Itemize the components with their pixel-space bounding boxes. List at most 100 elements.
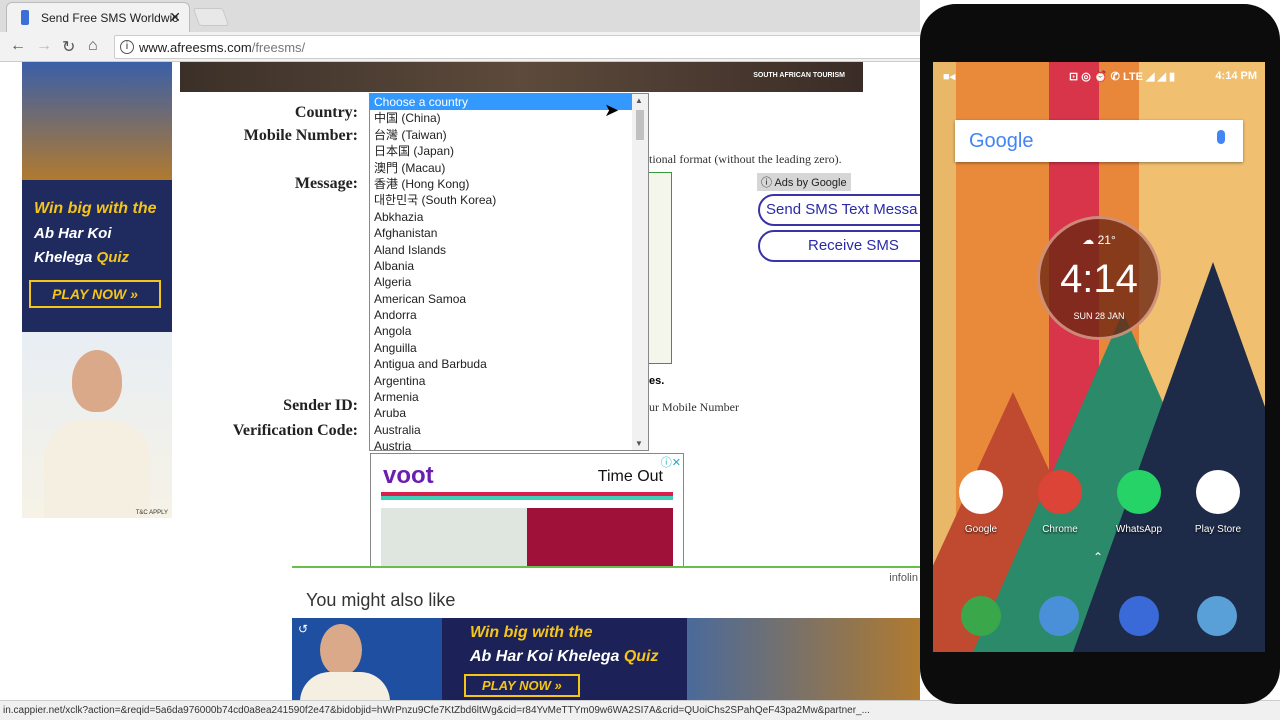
send-sms-ad-button[interactable]: Send SMS Text Messa xyxy=(758,194,938,226)
app-drawer-chevron-icon[interactable]: ⌃ xyxy=(1093,550,1103,564)
phone-status-time: 4:14 PM xyxy=(1215,70,1257,82)
receive-sms-ad-button[interactable]: Receive SMS xyxy=(758,230,938,262)
country-dropdown-list[interactable]: Choose a country 中国 (China) 台灣 (Taiwan) 日本国… xyxy=(369,93,649,451)
country-option[interactable]: Aland Islands xyxy=(370,242,648,258)
tab-bar: Send Free SMS Worldwic ✕ xyxy=(0,0,920,32)
info-icon[interactable]: i xyxy=(120,40,134,54)
weather: ☁ 21° xyxy=(1082,233,1116,247)
app-whatsapp[interactable]: WhatsApp xyxy=(1109,470,1169,535)
country-option[interactable]: American Samoa xyxy=(370,291,648,307)
app-google[interactable]: Google xyxy=(951,470,1011,535)
ad-line2: Ab Har Koi Khelega Quiz xyxy=(34,222,174,270)
banner-line2: Ab Har Koi Khelega Quiz xyxy=(470,648,658,666)
phone-favicon-icon xyxy=(21,10,29,25)
contacts-app-icon[interactable] xyxy=(1039,596,1079,636)
dropdown-scrollbar[interactable]: ▲ ▼ xyxy=(632,94,648,450)
new-tab-button[interactable] xyxy=(192,8,230,26)
clock-date: SUN 28 JAN xyxy=(1073,311,1125,321)
left-quiz-ad[interactable]: Win big with the Ab Har Koi Khelega Quiz… xyxy=(22,62,172,518)
voot-ad[interactable]: ⓘ✕ voot Time Out xyxy=(370,453,684,568)
ad-line2-accent: Quiz xyxy=(96,249,130,266)
banner-line2-text: Ab Har Koi Khelega xyxy=(470,648,620,665)
replay-icon[interactable]: ↺ xyxy=(298,622,308,636)
app-label: Play Store xyxy=(1194,524,1242,535)
app-icon xyxy=(1038,470,1082,514)
country-option[interactable]: Argentina xyxy=(370,373,648,389)
url-host: www.afreesms.com xyxy=(139,40,252,55)
back-icon[interactable]: ← xyxy=(10,37,26,55)
country-option[interactable]: Algeria xyxy=(370,274,648,290)
close-tab-icon[interactable]: ✕ xyxy=(169,9,181,26)
message-textarea[interactable] xyxy=(648,172,672,364)
camera-app-icon[interactable] xyxy=(1197,596,1237,636)
country-option[interactable]: 澳門 (Macau) xyxy=(370,160,648,176)
app-chrome[interactable]: Chrome xyxy=(1030,470,1090,535)
country-option[interactable]: Abkhazia xyxy=(370,209,648,225)
google-search-bar[interactable]: Google xyxy=(955,120,1243,162)
scroll-down-icon[interactable]: ▼ xyxy=(635,439,643,448)
messages-app-icon[interactable] xyxy=(1119,596,1159,636)
country-option[interactable]: 대한민국 (South Korea) xyxy=(370,192,648,208)
reload-icon[interactable]: ↻ xyxy=(62,37,75,57)
clock-time: 4:14 xyxy=(1060,257,1138,301)
clock-widget[interactable]: ☁ 21° 4:14 SUN 28 JAN xyxy=(1037,216,1161,340)
country-option[interactable]: 台灣 (Taiwan) xyxy=(370,127,648,143)
tab-title: Send Free SMS Worldwic xyxy=(41,11,179,25)
statue-image xyxy=(687,618,920,702)
ads-by-google[interactable]: ⓘ Ads by Google xyxy=(757,173,851,191)
home-icon[interactable]: ⌂ xyxy=(88,37,98,55)
phone-app-icon[interactable] xyxy=(961,596,1001,636)
scroll-up-icon[interactable]: ▲ xyxy=(635,96,643,105)
ad-image-left xyxy=(381,508,527,568)
banner-line2-accent: Quiz xyxy=(623,648,659,665)
country-option[interactable]: Anguilla xyxy=(370,340,648,356)
message-label: Message: xyxy=(294,175,358,192)
infolinks-brand: infolin xyxy=(889,572,918,584)
country-option[interactable]: Angola xyxy=(370,323,648,339)
country-option[interactable]: Austria xyxy=(370,438,648,450)
browser-tab[interactable]: Send Free SMS Worldwic ✕ xyxy=(6,2,190,32)
app-label: Google xyxy=(964,524,998,535)
url-path: /freesms/ xyxy=(251,40,306,55)
voot-logo: voot xyxy=(383,462,434,489)
ads-by-label: Ads by Google xyxy=(774,177,847,189)
verification-code-label: Verification Code: xyxy=(232,422,358,439)
mic-icon[interactable] xyxy=(1217,130,1225,144)
ad-close-icon[interactable]: ⓘ✕ xyxy=(661,454,681,470)
forward-icon[interactable]: → xyxy=(36,37,52,55)
country-option[interactable]: Albania xyxy=(370,258,648,274)
banner-play-now-button[interactable]: PLAY NOW » xyxy=(464,674,580,697)
ad-heading: You might also like xyxy=(306,590,456,610)
athletes-statue-image xyxy=(22,62,172,180)
app-icon xyxy=(959,470,1003,514)
banner-line1: Win big with the xyxy=(470,624,593,641)
status-icons: ⊡ ◎ ⏰ ✆ LTE ◢ ◢ ▮ xyxy=(1069,71,1176,83)
country-option[interactable]: 香港 (Hong Kong) xyxy=(370,176,648,192)
you-might-also-like-ad[interactable]: infolin You might also like ↺ Win big wi… xyxy=(292,566,920,702)
country-option[interactable]: Aruba xyxy=(370,405,648,421)
quiz-banner[interactable]: ↺ Win big with the Ab Har Koi Khelega Qu… xyxy=(292,618,920,702)
tourism-banner-ad[interactable]: SOUTH AFRICAN TOURISM xyxy=(180,62,863,92)
mouse-cursor-icon: ➤ xyxy=(604,100,620,120)
country-label: Country: xyxy=(294,104,358,121)
google-logo: Google xyxy=(969,130,1034,152)
nav-bar: ← → ↻ ⌂ i www.afreesms.com/freesms/ xyxy=(0,32,934,62)
country-option[interactable]: Andorra xyxy=(370,307,648,323)
app-icon xyxy=(1117,470,1161,514)
app-play-store[interactable]: Play Store xyxy=(1188,470,1248,535)
network-type: LTE xyxy=(1122,71,1143,83)
country-option[interactable]: Armenia xyxy=(370,389,648,405)
sender-hint: ur Mobile Number xyxy=(649,400,739,414)
phone-home-screen[interactable]: ■◂ ⊡ ◎ ⏰ ✆ LTE ◢ ◢ ▮ 4:14 PM Google ☁ 21… xyxy=(933,62,1265,652)
scroll-thumb[interactable] xyxy=(636,110,644,140)
country-option[interactable]: Antigua and Barbuda xyxy=(370,356,648,372)
country-option[interactable]: Afghanistan xyxy=(370,225,648,241)
ad-image-right xyxy=(527,508,673,568)
address-bar[interactable]: i www.afreesms.com/freesms/ xyxy=(114,35,934,59)
play-now-button[interactable]: PLAY NOW » xyxy=(29,280,161,308)
video-icon: ■◂ xyxy=(943,71,956,83)
country-option[interactable]: Australia xyxy=(370,422,648,438)
app-label: Chrome xyxy=(1042,524,1078,535)
country-option[interactable]: 日本国 (Japan) xyxy=(370,143,648,159)
voot-ad-title: Time Out xyxy=(597,468,663,485)
